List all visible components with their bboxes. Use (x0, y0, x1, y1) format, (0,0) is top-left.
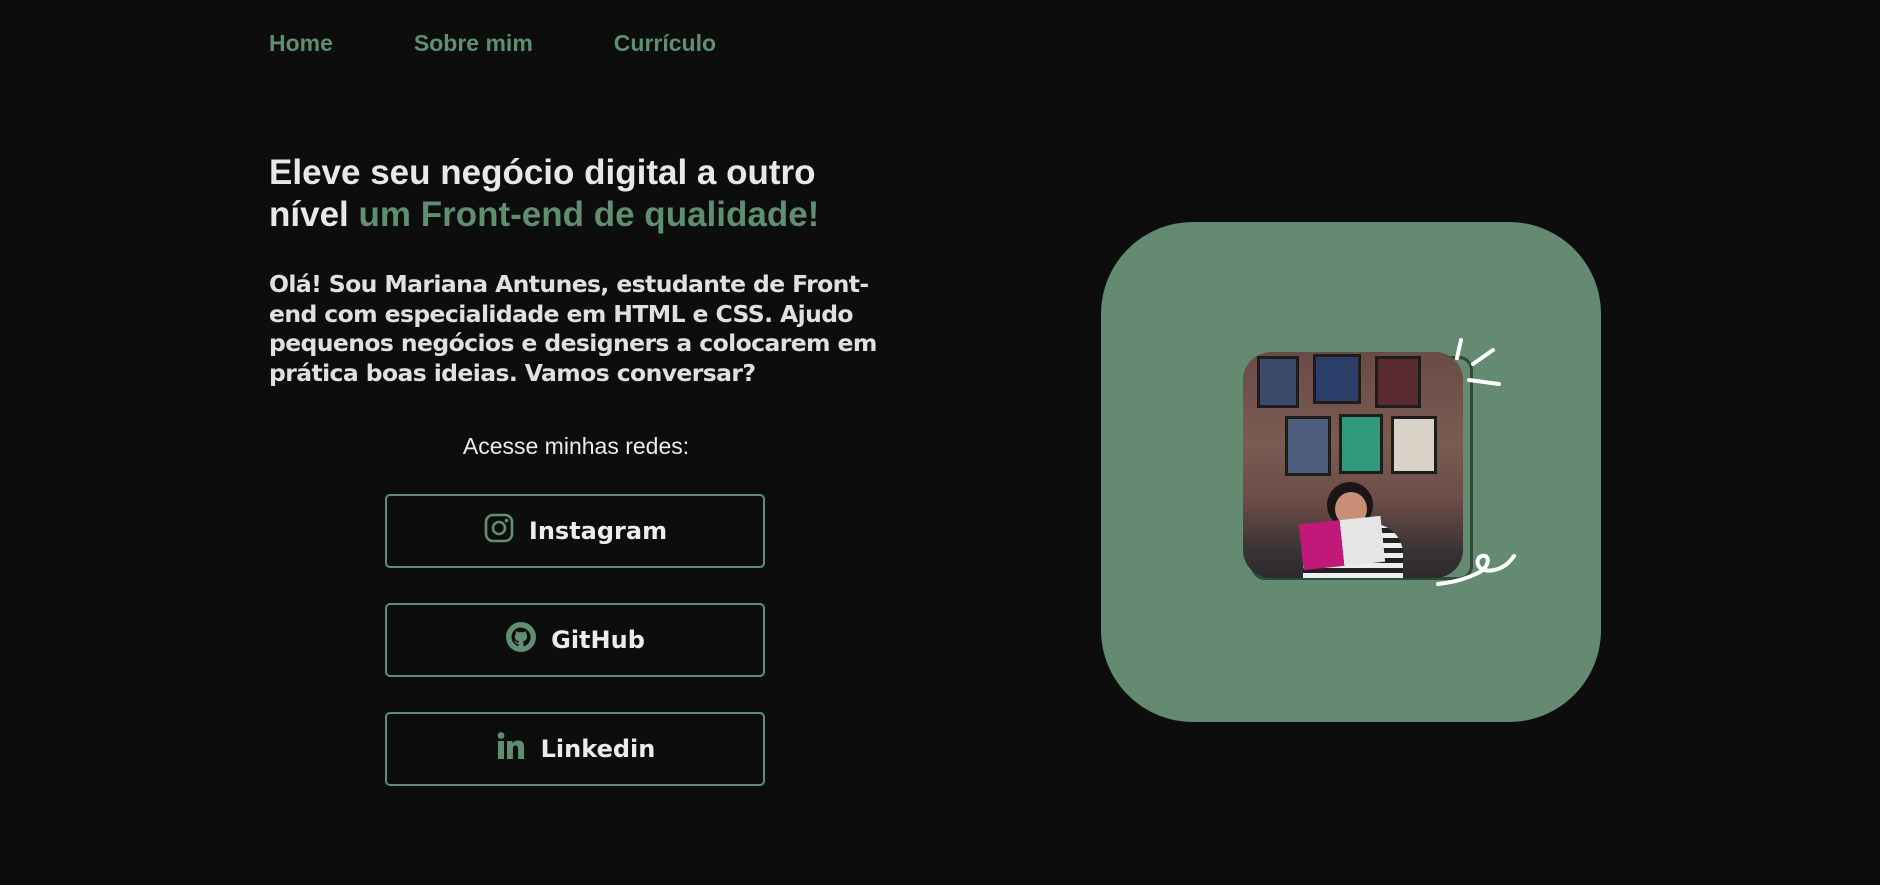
hero-title: Eleve seu negócio digital a outro nível … (269, 152, 879, 236)
profile-card (1101, 222, 1601, 722)
nav-resume-link[interactable]: Currículo (614, 30, 716, 57)
github-icon (505, 621, 537, 659)
top-nav: Home Sobre mim Currículo (269, 30, 716, 57)
linkedin-icon (495, 730, 527, 768)
decoration-doodle-icon (1436, 338, 1516, 586)
social-label: Acesse minhas redes: (462, 433, 690, 459)
github-label: GitHub (551, 626, 645, 654)
hero-title-accent: um Front-end de qualidade! (358, 195, 820, 234)
nav-home-link[interactable]: Home (269, 30, 333, 57)
github-button[interactable]: GitHub (385, 603, 765, 677)
instagram-label: Instagram (528, 517, 668, 545)
linkedin-button[interactable]: Linkedin (385, 712, 765, 786)
nav-about-link[interactable]: Sobre mim (414, 30, 533, 57)
instagram-icon (483, 512, 515, 550)
hero-section: Eleve seu negócio digital a outro nível … (269, 152, 879, 388)
instagram-button[interactable]: Instagram (385, 494, 765, 568)
linkedin-label: Linkedin (540, 735, 656, 763)
hero-intro: Olá! Sou Mariana Antunes, estudante de F… (269, 270, 877, 387)
